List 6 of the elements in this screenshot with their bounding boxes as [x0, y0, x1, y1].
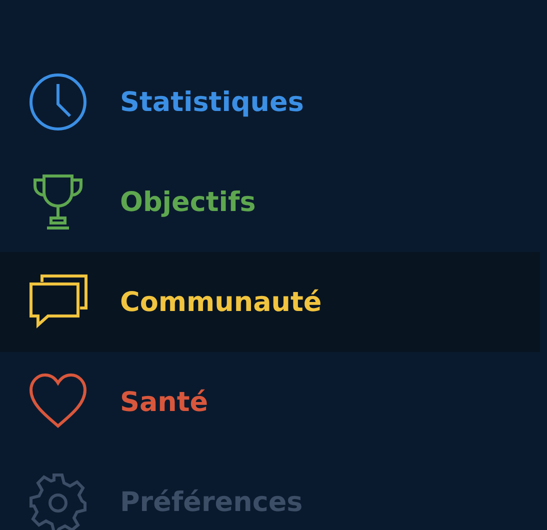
menu-item[interactable]: Santé: [0, 352, 540, 452]
settings-icon: [28, 472, 88, 530]
menu-item[interactable]: Statistiques: [0, 52, 540, 152]
menu-item[interactable]: Objectifs: [0, 152, 540, 252]
menu-item[interactable]: Communauté: [0, 252, 540, 352]
clock-icon: [28, 72, 88, 132]
